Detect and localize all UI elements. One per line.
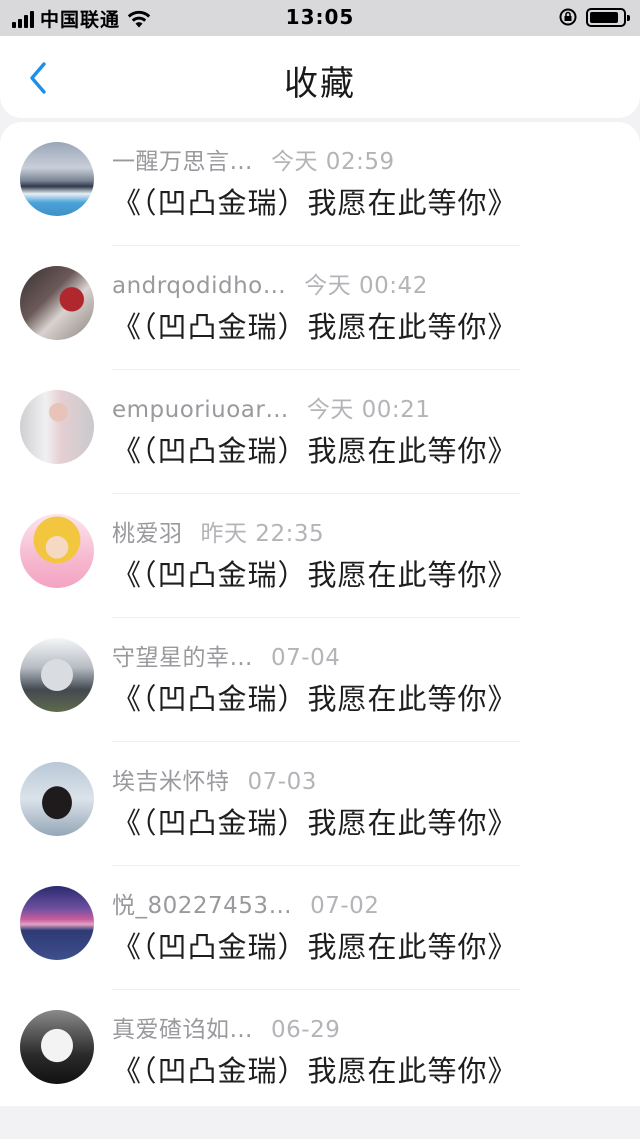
item-time: 06-29 (271, 1017, 341, 1043)
song-title: 《（凹凸金瑞）我愿在此等你》 (112, 1054, 518, 1088)
user-name[interactable]: empuoriuoar… (112, 397, 289, 423)
avatar[interactable] (20, 886, 94, 960)
song-title: 《（凹凸金瑞）我愿在此等你》 (112, 806, 518, 840)
avatar[interactable] (20, 142, 94, 216)
nav-bar: 收藏 (0, 36, 640, 118)
avatar[interactable] (20, 638, 94, 712)
favorite-item[interactable]: 埃吉米怀特 07-03 《（凹凸金瑞）我愿在此等你》 (0, 742, 640, 866)
status-right (558, 7, 630, 27)
avatar[interactable] (20, 266, 94, 340)
favorite-item[interactable]: 真爱碴诌如… 06-29 《（凹凸金瑞）我愿在此等你》 (0, 990, 640, 1114)
item-time: 今天 00:21 (306, 397, 431, 423)
favorites-list: 一醒万思言… 今天 02:59 《（凹凸金瑞）我愿在此等你》 andrqodidh… (0, 122, 640, 1106)
battery-icon (586, 7, 630, 27)
song-title: 《（凹凸金瑞）我愿在此等你》 (112, 682, 518, 716)
user-name[interactable]: 桃爱羽 (112, 514, 183, 548)
favorite-item[interactable]: 守望星的幸… 07-04 《（凹凸金瑞）我愿在此等你》 (0, 618, 640, 742)
song-title: 《（凹凸金瑞）我愿在此等你》 (112, 558, 518, 592)
user-name[interactable]: 一醒万思言… (112, 142, 253, 176)
user-name[interactable]: 守望星的幸… (112, 638, 253, 672)
favorite-item[interactable]: 一醒万思言… 今天 02:59 《（凹凸金瑞）我愿在此等你》 (0, 122, 640, 246)
bottom-background (0, 1106, 640, 1139)
item-time: 昨天 22:35 (200, 521, 325, 547)
user-name[interactable]: andrqodidho… (112, 273, 286, 299)
user-name[interactable]: 悦_80227453… (112, 886, 292, 920)
song-title: 《（凹凸金瑞）我愿在此等你》 (112, 930, 518, 964)
avatar[interactable] (20, 390, 94, 464)
favorite-item[interactable]: 悦_80227453… 07-02 《（凹凸金瑞）我愿在此等你》 (0, 866, 640, 990)
favorite-item[interactable]: andrqodidho… 今天 00:42 《（凹凸金瑞）我愿在此等你》 (0, 246, 640, 370)
song-title: 《（凹凸金瑞）我愿在此等你》 (112, 186, 518, 220)
song-title: 《（凹凸金瑞）我愿在此等你》 (112, 434, 518, 468)
avatar[interactable] (20, 1010, 94, 1084)
item-time: 07-02 (310, 893, 380, 919)
avatar[interactable] (20, 514, 94, 588)
page-title: 收藏 (284, 64, 356, 104)
user-name[interactable]: 真爱碴诌如… (112, 1010, 253, 1044)
song-title: 《（凹凸金瑞）我愿在此等你》 (112, 310, 518, 344)
status-bar: 中国联通 13:05 (0, 0, 640, 36)
status-time: 13:05 (285, 5, 355, 29)
phone-screen: 中国联通 13:05 收藏 一醒万思言… 今天 02:59 《（凹凸金瑞）我愿在… (0, 0, 640, 1139)
favorite-item[interactable]: empuoriuoar… 今天 00:21 《（凹凸金瑞）我愿在此等你》 (0, 370, 640, 494)
rotation-lock-icon (559, 8, 577, 26)
user-name[interactable]: 埃吉米怀特 (112, 762, 230, 796)
item-time: 07-03 (247, 769, 317, 795)
item-time: 今天 02:59 (271, 149, 395, 175)
avatar[interactable] (20, 762, 94, 836)
favorite-item[interactable]: 桃爱羽 昨天 22:35 《（凹凸金瑞）我愿在此等你》 (0, 494, 640, 618)
item-time: 07-04 (271, 645, 341, 671)
item-time: 今天 00:42 (304, 273, 428, 299)
